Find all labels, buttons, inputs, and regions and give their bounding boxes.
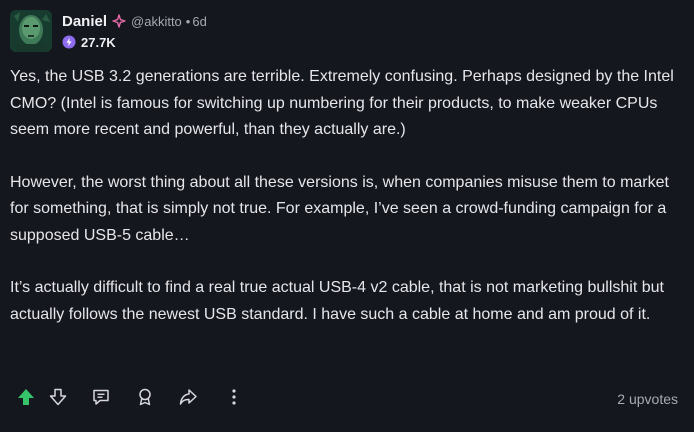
post-time: 6d: [192, 13, 207, 29]
lightning-circle-icon: [62, 35, 76, 49]
more-options-button[interactable]: [223, 388, 245, 410]
arrow-up-icon: [16, 387, 36, 412]
karma-row: 27.7K: [62, 33, 207, 51]
author-row: Daniel @akkitto • 6d: [62, 11, 207, 31]
award-button[interactable]: [134, 388, 156, 410]
speech-bubble-icon: [91, 387, 111, 412]
author-handle[interactable]: @akkitto: [131, 14, 182, 29]
downvote-button[interactable]: [47, 388, 69, 410]
upvote-button[interactable]: [15, 388, 37, 410]
action-bar: 2 upvotes: [0, 386, 694, 414]
post-body: Yes, the USB 3.2 generations are terribl…: [10, 64, 680, 354]
post-header: Daniel @akkitto • 6d 27.7K: [10, 10, 207, 52]
paragraph-1: Yes, the USB 3.2 generations are terribl…: [10, 68, 674, 138]
author-meta: Daniel @akkitto • 6d 27.7K: [62, 10, 207, 51]
meta-separator: •: [185, 13, 191, 29]
award-ribbon-icon: [135, 387, 155, 412]
upvote-count[interactable]: 2 upvotes: [617, 391, 678, 407]
share-button[interactable]: [177, 388, 199, 410]
avatar[interactable]: [10, 10, 52, 52]
paragraph-3: It’s actually difficult to find a real t…: [10, 279, 664, 323]
post-card: Daniel @akkitto • 6d 27.7K Yes, the USB …: [0, 0, 694, 432]
comment-button[interactable]: [90, 388, 112, 410]
sparkle-outline-icon: [112, 14, 126, 28]
author-name[interactable]: Daniel: [62, 13, 107, 30]
vertical-ellipsis-icon: [224, 387, 244, 412]
share-arrow-icon: [178, 387, 198, 412]
karma-count: 27.7K: [81, 34, 116, 50]
arrow-down-outline-icon: [48, 387, 68, 412]
paragraph-2: However, the worst thing about all these…: [10, 173, 669, 244]
